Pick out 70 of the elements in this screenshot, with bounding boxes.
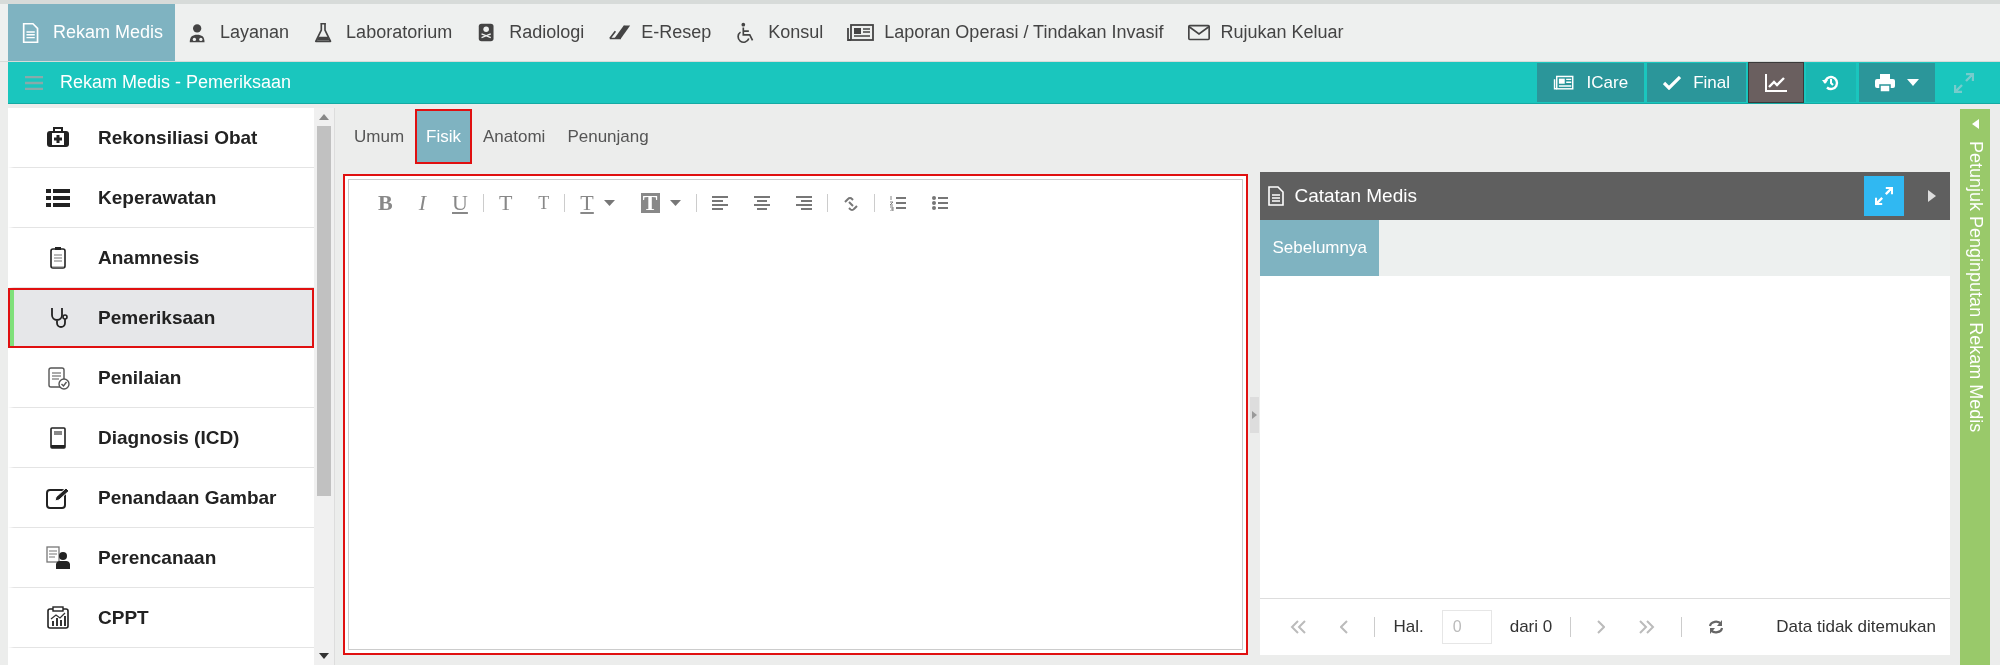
clipboard-check-icon — [46, 365, 70, 390]
page-count: dari 0 — [1509, 617, 1553, 637]
scroll-up-icon — [319, 114, 329, 120]
underline-button[interactable]: U — [439, 188, 481, 218]
toolbar-button[interactable]: Final — [1647, 63, 1746, 102]
nav-tab[interactable]: Radiologi — [464, 4, 597, 61]
nav-tab[interactable]: Laboratorium — [301, 4, 465, 61]
bullet-list-icon — [931, 195, 948, 211]
history-icon — [1822, 73, 1840, 92]
page-input[interactable]: 0 — [1441, 610, 1492, 644]
chart-button[interactable] — [1749, 63, 1803, 102]
scrollbar-thumb[interactable] — [317, 126, 331, 496]
align-left-icon — [711, 195, 728, 211]
person-document-icon — [46, 545, 70, 570]
print-button[interactable] — [1859, 63, 1935, 102]
tab[interactable]: Anatomi — [472, 109, 557, 164]
nav-tab[interactable]: Rujukan Keluar — [1175, 4, 1356, 61]
line-chart-icon — [1765, 73, 1787, 92]
italic-button[interactable]: I — [405, 188, 439, 218]
newspaper-icon — [1552, 74, 1575, 91]
printer-icon — [1875, 73, 1895, 92]
sidebar-item[interactable]: CPPT — [8, 588, 314, 648]
caret-icon — [1907, 79, 1919, 86]
sidebar-item[interactable]: Rekonsiliasi Obat — [8, 108, 314, 168]
toolbar-button[interactable]: ICare — [1536, 63, 1645, 102]
last-page-icon — [1639, 620, 1656, 634]
tab[interactable]: Umum — [343, 109, 416, 164]
rich-text-editor[interactable]: B I U T T T T — [343, 174, 1249, 655]
sidebar-item[interactable]: Perencanaan — [8, 528, 314, 588]
nav-tab[interactable]: Layanan — [175, 4, 302, 61]
menu-icon — [25, 75, 43, 90]
superscript-button[interactable]: T — [485, 188, 526, 218]
nav-tab[interactable]: E-Resep — [596, 4, 724, 61]
subscript-button[interactable]: T — [525, 188, 563, 218]
page-title: Rekam Medis - Pemeriksaan — [60, 72, 292, 93]
edit-icon — [46, 485, 70, 510]
tab[interactable]: Penunjang — [556, 109, 660, 164]
sidebar-item[interactable]: Diagnosis (ICD) — [8, 408, 314, 468]
document-icon — [1268, 186, 1285, 206]
sidebar-item[interactable]: Pemeriksaan — [8, 288, 314, 348]
align-center-icon — [753, 195, 770, 211]
play-arrow-icon — [1928, 190, 1936, 202]
scrollbar[interactable] — [314, 108, 334, 665]
sidebar-item[interactable]: Keperawatan — [8, 168, 314, 228]
next-page-icon — [1597, 620, 1606, 634]
highlight-button[interactable]: T — [627, 188, 694, 218]
nav-tab[interactable]: Laporan Operasi / Tindakan Invasif — [835, 4, 1176, 61]
caret-icon — [603, 200, 615, 206]
refresh-icon — [1708, 620, 1725, 634]
sidebar-item[interactable]: Penilaian — [8, 348, 314, 408]
check-icon — [1663, 75, 1682, 90]
numbered-list-icon — [889, 195, 906, 211]
previous-page-icon — [1340, 620, 1349, 634]
medical-kit-icon — [46, 125, 70, 150]
chart-document-icon — [46, 605, 70, 630]
expand-icon — [1954, 72, 1974, 93]
expand-icon — [1875, 187, 1893, 205]
page-label: Hal. — [1393, 617, 1424, 637]
status-text: Data tidak ditemukan — [1776, 617, 1936, 637]
link-icon — [842, 195, 859, 211]
expand-button[interactable] — [1864, 176, 1904, 216]
collapse-arrow-icon — [1971, 119, 1979, 129]
scroll-down-icon — [319, 653, 329, 659]
nav-tab[interactable]: Konsul — [723, 4, 836, 61]
align-right-icon — [795, 195, 812, 211]
bold-button[interactable]: B — [365, 188, 406, 218]
caret-icon — [669, 200, 681, 206]
font-color-button[interactable]: T — [567, 188, 628, 218]
panel-title: Catatan Medis — [1294, 185, 1417, 207]
first-page-icon — [1290, 620, 1307, 634]
